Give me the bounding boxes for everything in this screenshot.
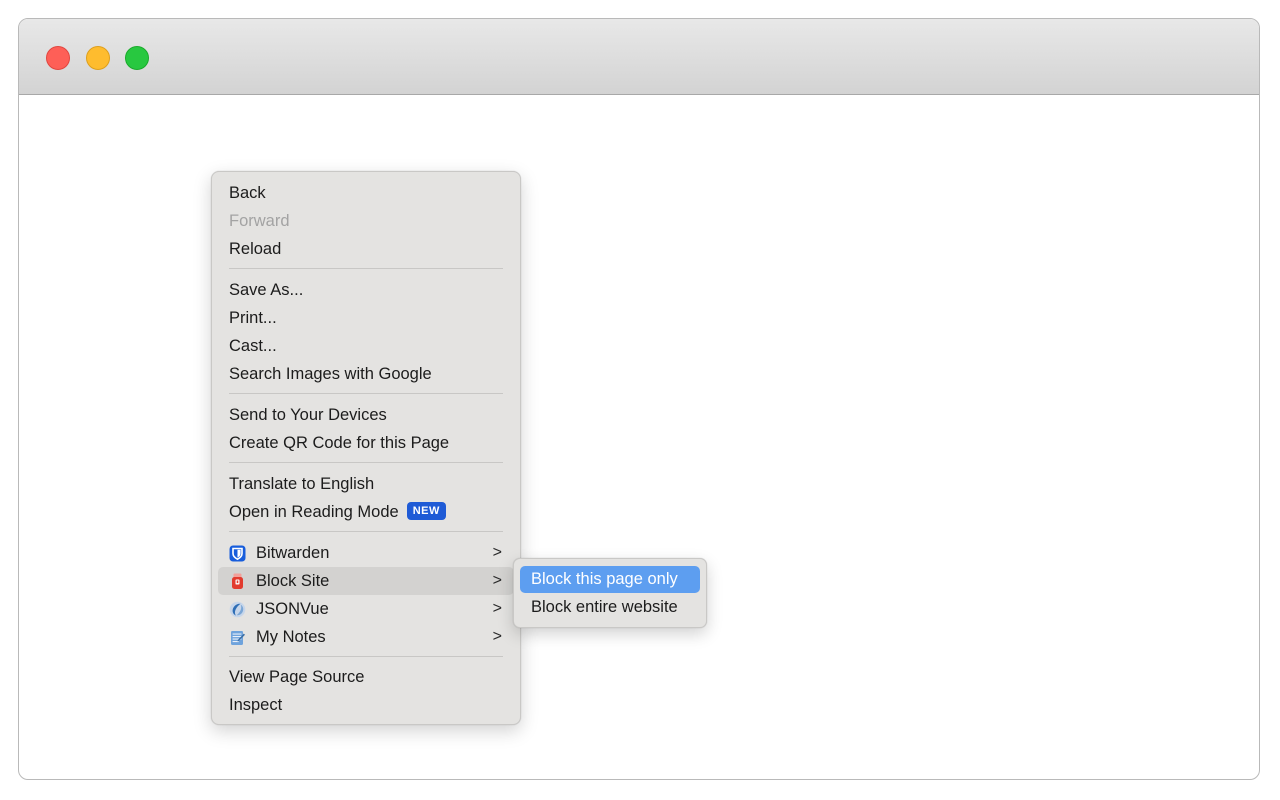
menu-item-reading-mode[interactable]: Open in Reading Mode NEW: [218, 498, 514, 526]
chevron-right-icon: >: [492, 544, 502, 561]
menu-item-save-as[interactable]: Save As...: [218, 276, 514, 304]
menu-item-block-site[interactable]: Block Site >: [218, 567, 514, 595]
title-bar: [19, 19, 1259, 95]
menu-item-search-images[interactable]: Search Images with Google: [218, 360, 514, 388]
zoom-window-button[interactable]: [125, 46, 149, 70]
menu-item-my-notes[interactable]: My Notes >: [218, 623, 514, 651]
menu-item-translate[interactable]: Translate to English: [218, 470, 514, 498]
menu-separator: [229, 268, 503, 269]
menu-item-send-to-devices[interactable]: Send to Your Devices: [218, 401, 514, 429]
menu-item-create-qr[interactable]: Create QR Code for this Page: [218, 429, 514, 457]
submenu-item-block-page[interactable]: Block this page only: [520, 566, 700, 593]
menu-item-view-source[interactable]: View Page Source: [218, 663, 514, 691]
block-site-label: Block Site: [256, 572, 330, 590]
bitwarden-label: Bitwarden: [256, 544, 330, 562]
browser-window: [18, 18, 1260, 780]
jsonvue-label: JSONVue: [256, 600, 329, 618]
context-menu: Back Forward Reload Save As... Print... …: [211, 171, 521, 725]
menu-separator: [229, 462, 503, 463]
menu-item-bitwarden[interactable]: Bitwarden >: [218, 539, 514, 567]
block-site-icon: [232, 573, 243, 589]
minimize-window-button[interactable]: [86, 46, 110, 70]
block-site-submenu: Block this page only Block entire websit…: [513, 558, 707, 628]
new-badge: NEW: [406, 502, 446, 521]
menu-separator: [229, 393, 503, 394]
jsonvue-icon: [229, 601, 246, 618]
bitwarden-icon: [229, 545, 246, 562]
menu-item-reload[interactable]: Reload: [218, 235, 514, 263]
chevron-right-icon: >: [492, 628, 502, 645]
submenu-item-block-website[interactable]: Block entire website: [520, 594, 700, 621]
my-notes-label: My Notes: [256, 628, 326, 646]
chevron-right-icon: >: [492, 572, 502, 589]
menu-item-jsonvue[interactable]: JSONVue >: [218, 595, 514, 623]
menu-separator: [229, 531, 503, 532]
notepad-icon: [231, 631, 245, 645]
menu-item-back[interactable]: Back: [218, 179, 514, 207]
chevron-right-icon: >: [492, 600, 502, 617]
reading-mode-label: Open in Reading Mode: [229, 503, 399, 521]
menu-item-inspect[interactable]: Inspect: [218, 691, 514, 719]
menu-separator: [229, 656, 503, 657]
menu-item-print[interactable]: Print...: [218, 304, 514, 332]
menu-item-forward: Forward: [229, 212, 290, 230]
close-window-button[interactable]: [46, 46, 70, 70]
menu-item-cast[interactable]: Cast...: [218, 332, 514, 360]
